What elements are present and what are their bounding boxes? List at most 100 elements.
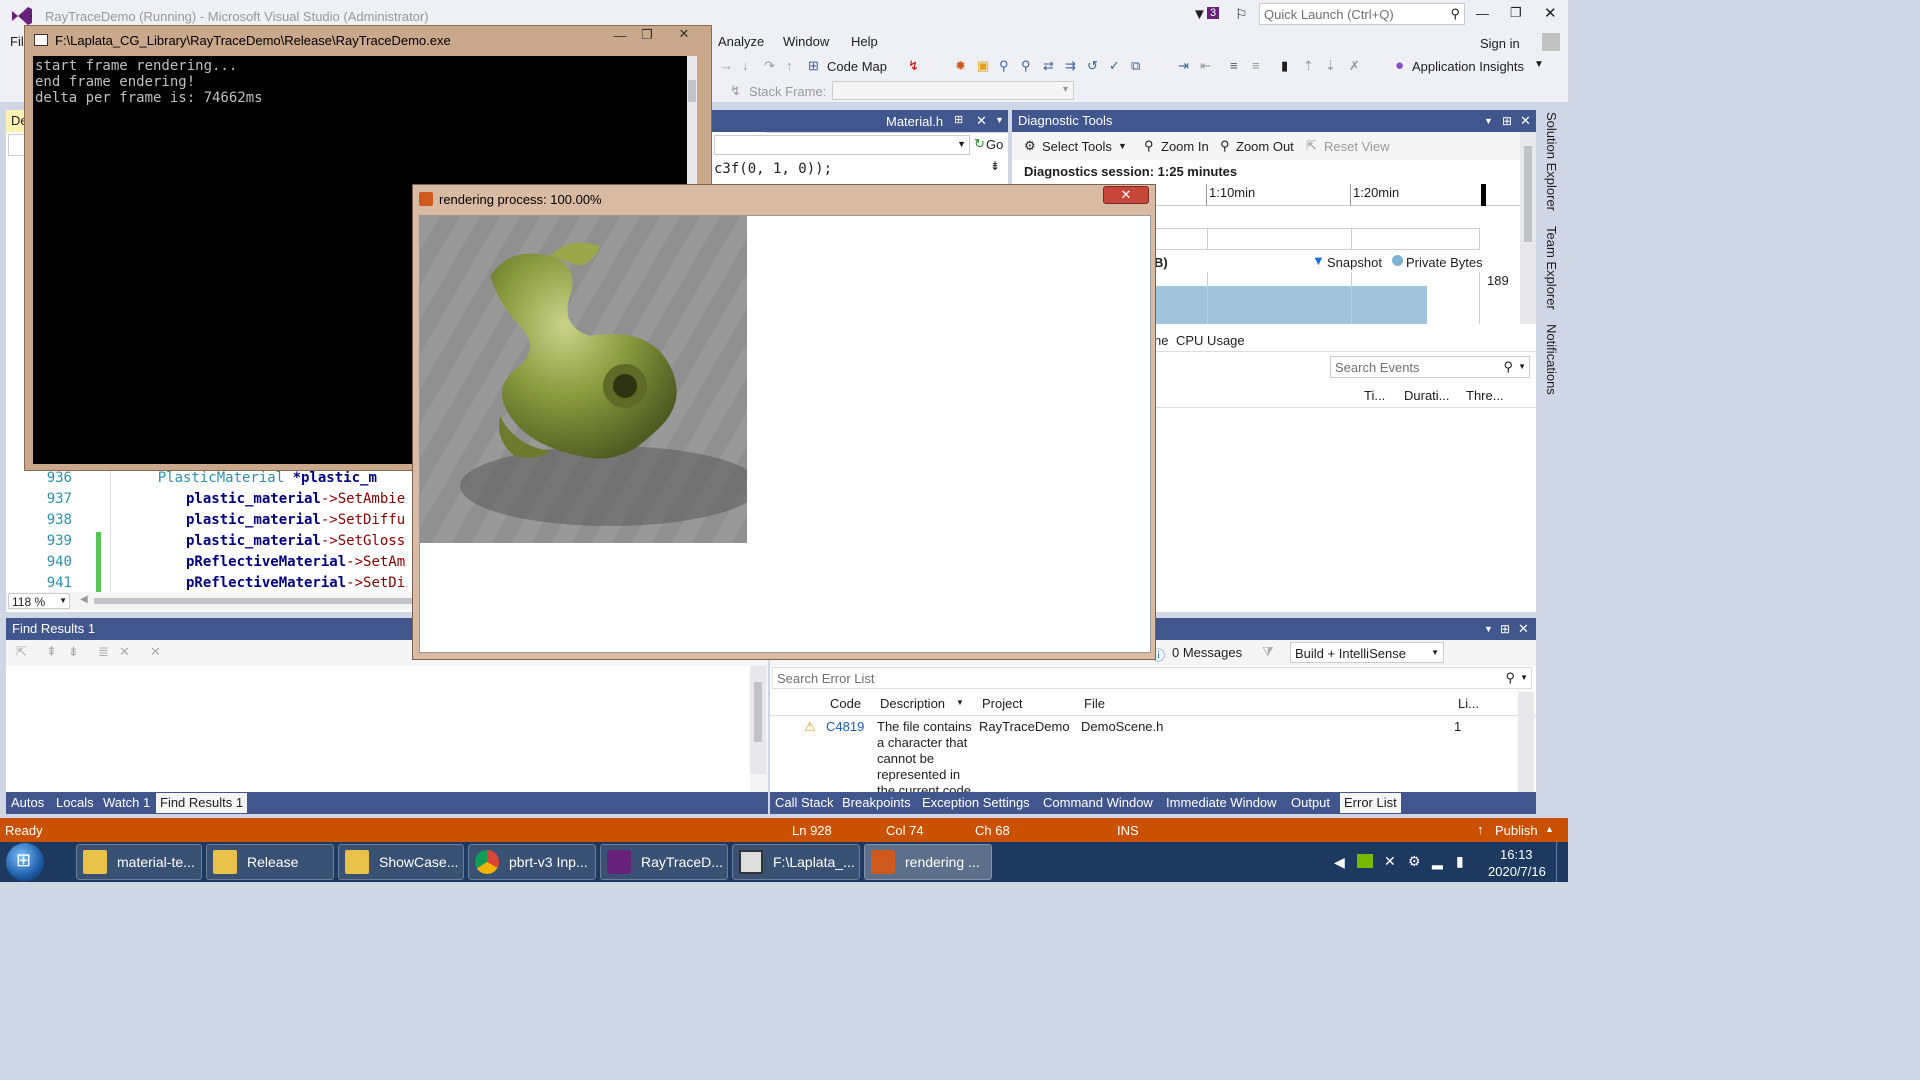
search-error-list-box[interactable]: Search Error List ⚲ ▼ (772, 667, 1532, 689)
account-avatar-icon[interactable] (1542, 33, 1560, 51)
indent-icon[interactable]: ⇥ (1178, 58, 1189, 74)
clock-date[interactable]: 2020/7/16 (1488, 864, 1546, 879)
maximize-button[interactable]: ❐ (1510, 5, 1522, 21)
col-description[interactable]: Description (880, 696, 945, 711)
side-tab-solution-explorer[interactable]: Solution Explorer (1544, 112, 1559, 211)
uncomment-icon[interactable]: ≡ (1252, 58, 1260, 73)
pin-icon[interactable]: ⊞ (1502, 110, 1512, 132)
scroll-left-icon[interactable]: ◀ (80, 594, 88, 605)
col-file[interactable]: File (1084, 696, 1105, 711)
tab-locals[interactable]: Locals (56, 795, 94, 810)
chevron-down-icon[interactable]: ▼ (1484, 618, 1493, 640)
search-error-list-input[interactable]: Search Error List (777, 671, 875, 686)
step-into-icon[interactable]: ↓ (742, 58, 749, 73)
debug-tool-icon-5[interactable]: ⇄ (1043, 58, 1054, 74)
col-duration[interactable]: Durati... (1404, 388, 1450, 403)
nvidia-icon[interactable] (1357, 854, 1373, 868)
go-button[interactable]: Go (986, 137, 1003, 152)
diagnostics-scrollbar[interactable] (1520, 132, 1536, 324)
tab-output[interactable]: Output (1291, 795, 1330, 810)
code-map-button[interactable]: Code Map (827, 59, 887, 74)
console-maximize-button[interactable]: ❐ (634, 27, 660, 45)
timeline-cursor[interactable] (1481, 184, 1486, 206)
minimize-button[interactable]: — (1476, 6, 1489, 21)
tab-autos[interactable]: Autos (11, 795, 44, 810)
taskbar-item-visual-studio[interactable]: RayTraceD... (600, 844, 728, 880)
taskbar-item-material-te[interactable]: material-te... (76, 844, 202, 880)
debug-tool-icon-9[interactable]: ⧉ (1131, 58, 1140, 74)
side-tab-team-explorer[interactable]: Team Explorer (1544, 226, 1559, 310)
filter-icon[interactable]: ▼ (1192, 6, 1207, 23)
start-button[interactable]: ⊞ (6, 843, 44, 881)
sign-in-link[interactable]: Sign in (1480, 36, 1520, 51)
step-forward-icon[interactable]: → (720, 58, 733, 73)
find-results-list[interactable] (6, 666, 750, 792)
find-results-scrollbar[interactable] (750, 666, 766, 774)
close-pane-icon[interactable]: ✕ (1518, 618, 1529, 640)
zoom-dropdown[interactable]: 118 % ▼ (8, 593, 70, 609)
select-tools-button[interactable]: Select Tools (1042, 139, 1112, 154)
application-insights-button[interactable]: Application Insights (1412, 59, 1524, 74)
close-tab-icon[interactable]: ✕ (976, 113, 987, 129)
zoom-out-button[interactable]: Zoom Out (1236, 139, 1294, 154)
tab-find-results-1[interactable]: Find Results 1 (156, 793, 248, 813)
clear-bookmarks-icon[interactable]: ✗ (1349, 58, 1360, 74)
debug-tool-icon-3[interactable]: ⚲ (999, 58, 1009, 74)
scroll-thumb[interactable] (1524, 146, 1532, 242)
next-location-icon[interactable]: ⇟ (68, 644, 79, 660)
prev-bookmark-icon[interactable]: ⇡ (1303, 58, 1314, 74)
chevron-down-icon[interactable]: ▼ (1484, 110, 1493, 132)
debug-tool-icon-7[interactable]: ↺ (1087, 58, 1098, 74)
code-line-940[interactable]: 940 pReflectiveMaterial->SetAm (10, 552, 405, 573)
network-error-icon[interactable]: ✕ (1384, 853, 1396, 870)
go-to-location-icon[interactable]: ⇱ (16, 644, 27, 660)
search-events-box[interactable]: Search Events ⚲ ▼ (1330, 356, 1530, 378)
clock-time[interactable]: 16:13 (1500, 847, 1533, 862)
volume-icon[interactable]: ◀ (1334, 854, 1345, 871)
tab-exception-settings[interactable]: Exception Settings (922, 795, 1030, 810)
rendering-close-button[interactable]: ✕ (1103, 186, 1149, 204)
taskbar-item-rendering[interactable]: rendering ... (864, 844, 992, 880)
prev-location-icon[interactable]: ⇞ (46, 644, 57, 660)
stack-frame-dropdown[interactable]: ▼ (832, 81, 1074, 100)
pin-icon[interactable]: ⊞ (954, 113, 963, 126)
quick-launch-input[interactable]: Quick Launch (Ctrl+Q) (1264, 7, 1394, 22)
comment-icon[interactable]: ≡ (1230, 58, 1238, 73)
signal-icon[interactable]: ▂ (1432, 853, 1443, 870)
bookmark-icon[interactable]: ▮ (1281, 58, 1288, 74)
taskbar-item-chrome[interactable]: pbrt-v3 Inp... (468, 844, 596, 880)
zoom-in-button[interactable]: Zoom In (1161, 139, 1209, 154)
taskbar-item-console[interactable]: F:\Laplata_... (732, 844, 860, 880)
outdent-icon[interactable]: ⇤ (1200, 58, 1211, 74)
tab-immediate-window[interactable]: Immediate Window (1166, 795, 1277, 810)
debug-tool-icon-2[interactable]: ▣ (977, 58, 989, 74)
publish-button[interactable]: Publish (1495, 823, 1538, 838)
tab-call-stack[interactable]: Call Stack (775, 795, 834, 810)
tab-breakpoints[interactable]: Breakpoints (842, 795, 911, 810)
error-list-scrollbar[interactable] (1518, 692, 1534, 792)
scroll-thumb[interactable] (688, 80, 696, 102)
next-bookmark-icon[interactable]: ⇣ (1325, 58, 1336, 74)
col-code[interactable]: Code (830, 696, 861, 711)
cancel-icon[interactable]: ✕ (150, 644, 161, 660)
menu-analyze[interactable]: Analyze (718, 34, 764, 49)
feedback-icon[interactable]: ⚐ (1235, 6, 1248, 23)
code-line-937[interactable]: 937 plastic_material->SetAmbie (10, 489, 405, 510)
console-close-button[interactable]: ✕ (665, 26, 703, 44)
tab-events-fragment[interactable]: ne (1154, 333, 1168, 348)
search-events-input[interactable]: Search Events (1335, 360, 1420, 375)
clear-filter-icon[interactable]: ⧩ (1262, 644, 1274, 660)
tab-cpu-usage[interactable]: CPU Usage (1176, 333, 1245, 348)
console-minimize-button[interactable]: — (607, 28, 633, 46)
menu-window[interactable]: Window (783, 34, 829, 49)
code-line-941[interactable]: 941 pReflectiveMaterial->SetDi (10, 573, 405, 592)
tab-command-window[interactable]: Command Window (1043, 795, 1153, 810)
taskbar-item-showcase[interactable]: ShowCase... (338, 844, 464, 880)
power-icon[interactable]: ▮ (1456, 853, 1464, 870)
debug-tool-icon-6[interactable]: ⇉ (1065, 58, 1076, 74)
clear-all-icon[interactable]: ≣ (98, 644, 109, 660)
menu-help[interactable]: Help (851, 34, 878, 49)
reset-view-button[interactable]: Reset View (1324, 139, 1390, 154)
rendering-window[interactable]: rendering process: 100.00% ✕ (412, 184, 1156, 660)
messages-filter-button[interactable]: 0 Messages (1172, 645, 1242, 660)
